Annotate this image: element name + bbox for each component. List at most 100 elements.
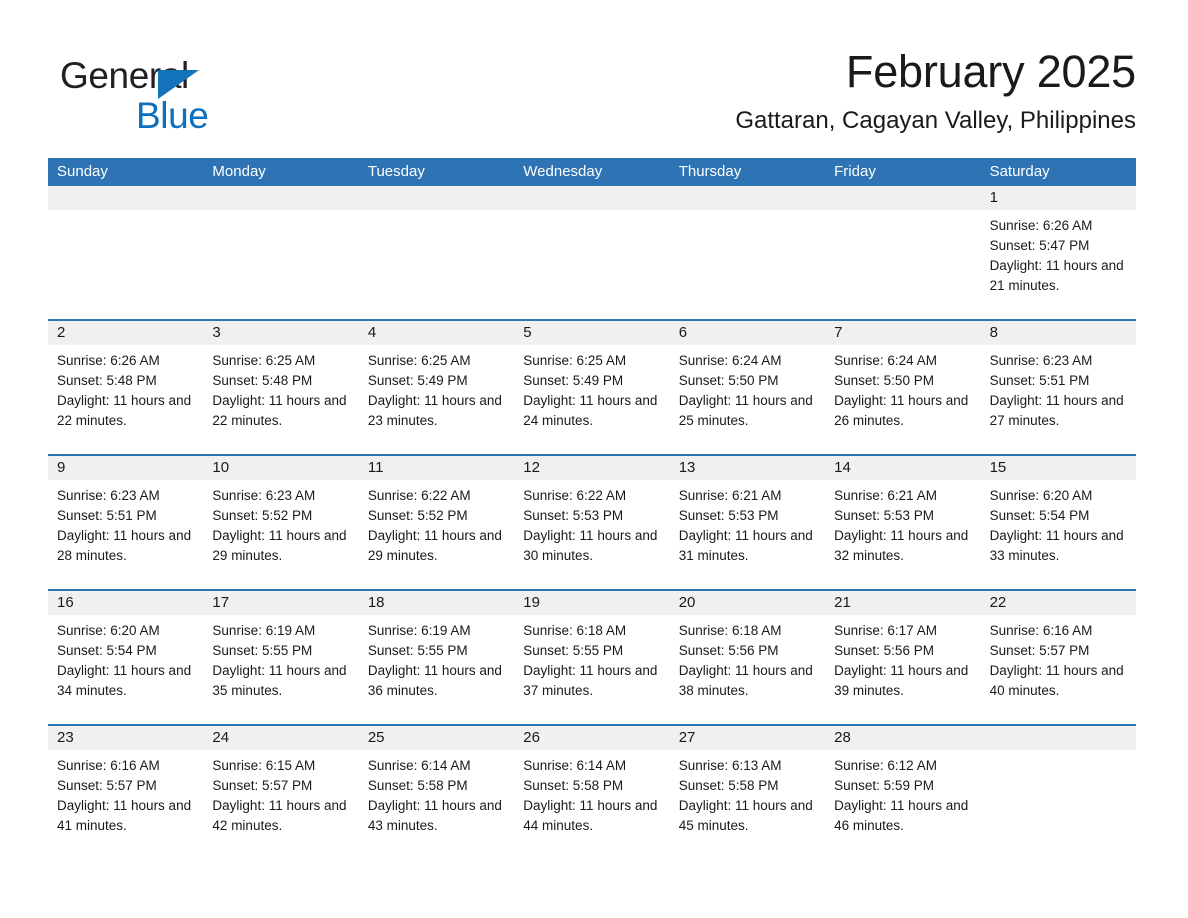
calendar-day-cell[interactable]: 27 Sunrise: 6:13 AM Sunset: 5:58 PM Dayligh… [669,726,826,859]
page-title: February 2025 [845,46,1136,97]
calendar-day-cell[interactable]: 24 Sunrise: 6:15 AM Sunset: 5:57 PM Dayligh… [203,726,359,859]
calendar-day-cell[interactable]: 23 Sunrise: 6:16 AM Sunset: 5:57 PM Dayligh… [48,726,204,859]
daylight-text: Daylight: 11 hours and 39 minutes. [834,663,969,698]
calendar-day-cell[interactable]: 14 Sunrise: 6:21 AM Sunset: 5:53 PM Dayligh… [825,456,981,589]
calendar-day-cell[interactable]: 6 Sunrise: 6:24 AM Sunset: 5:50 PM Daylight… [669,321,826,454]
day-number: 1 [980,186,1136,210]
calendar-day-cell[interactable]: 26 Sunrise: 6:14 AM Sunset: 5:58 PM Dayligh… [514,726,670,859]
calendar-day-cell[interactable]: 18 Sunrise: 6:19 AM Sunset: 5:55 PM Dayligh… [358,591,515,724]
calendar-day-cell[interactable]: 2 Sunrise: 6:26 AM Sunset: 5:48 PM Daylight… [48,321,204,454]
calendar-day-cell[interactable]: 25 Sunrise: 6:14 AM Sunset: 5:58 PM Dayligh… [358,726,515,859]
calendar-day-cell[interactable]: 15 Sunrise: 6:20 AM Sunset: 5:54 PM Dayligh… [980,456,1136,589]
sunrise-text: Sunrise: 6:16 AM [57,758,160,773]
calendar-day-cell-empty [825,186,981,319]
calendar-day-cell[interactable]: 19 Sunrise: 6:18 AM Sunset: 5:55 PM Dayligh… [514,591,670,724]
day-number: 16 [48,591,204,615]
day-number: 7 [825,321,981,345]
daylight-text: Daylight: 11 hours and 31 minutes. [678,528,813,563]
calendar-day-cell[interactable]: 20 Sunrise: 6:18 AM Sunset: 5:56 PM Dayligh… [669,591,826,724]
calendar-day-cell[interactable]: 22 Sunrise: 6:16 AM Sunset: 5:57 PM Dayligh… [980,591,1136,724]
day-details: Sunrise: 6:16 AM Sunset: 5:57 PM Daylight:… [981,615,1136,701]
weekday-header-thursday: Thursday [678,163,742,180]
calendar-day-cell[interactable]: 21 Sunrise: 6:17 AM Sunset: 5:56 PM Dayligh… [825,591,981,724]
calendar-day-cell[interactable]: 12 Sunrise: 6:22 AM Sunset: 5:53 PM Dayligh… [514,456,670,589]
sunrise-text: Sunrise: 6:26 AM [57,353,160,368]
day-details: Sunrise: 6:14 AM Sunset: 5:58 PM Daylight:… [359,750,514,836]
daylight-text: Daylight: 11 hours and 35 minutes. [212,663,347,698]
sunrise-text: Sunrise: 6:23 AM [212,488,316,503]
day-details: Sunrise: 6:16 AM Sunset: 5:57 PM Daylight:… [48,750,203,836]
daylight-text: Daylight: 11 hours and 22 minutes. [212,393,347,428]
calendar-week-row: 9 Sunrise: 6:23 AM Sunset: 5:51 PM Daylight… [48,454,1136,589]
sunrise-text: Sunrise: 6:24 AM [834,353,937,368]
sunrise-text: Sunrise: 6:22 AM [523,488,627,503]
day-number: 20 [669,591,826,615]
calendar-day-cell[interactable]: 3 Sunrise: 6:25 AM Sunset: 5:48 PM Daylight… [203,321,359,454]
sunset-text: Sunset: 5:53 PM [523,508,624,523]
day-number: 14 [825,456,981,480]
sunrise-text: Sunrise: 6:21 AM [834,488,937,503]
sunset-text: Sunset: 5:50 PM [834,373,934,388]
daylight-text: Daylight: 11 hours and 22 minutes. [57,393,192,428]
day-details: Sunrise: 6:21 AM Sunset: 5:53 PM Daylight:… [670,480,825,566]
daylight-text: Daylight: 11 hours and 25 minutes. [678,393,813,428]
sunset-text: Sunset: 5:59 PM [834,778,934,793]
daylight-text: Daylight: 11 hours and 34 minutes. [57,663,192,698]
weekday-header-sunday: Sunday [57,163,108,180]
sunrise-text: Sunrise: 6:26 AM [989,218,1093,233]
weekday-header-saturday: Saturday [989,163,1050,180]
daylight-text: Daylight: 11 hours and 21 minutes. [989,258,1124,293]
sunrise-text: Sunrise: 6:15 AM [212,758,316,773]
day-number: 17 [203,591,359,615]
day-details: Sunrise: 6:25 AM Sunset: 5:49 PM Daylight:… [514,345,669,431]
calendar-day-cell[interactable]: 11 Sunrise: 6:22 AM Sunset: 5:52 PM Dayligh… [358,456,515,589]
daylight-text: Daylight: 11 hours and 41 minutes. [57,798,192,833]
day-number: 18 [358,591,515,615]
sunrise-text: Sunrise: 6:18 AM [678,623,782,638]
day-details: Sunrise: 6:25 AM Sunset: 5:49 PM Daylight:… [359,345,514,431]
sunset-text: Sunset: 5:48 PM [212,373,313,388]
daylight-text: Daylight: 11 hours and 37 minutes. [523,663,658,698]
calendar-day-cell[interactable]: 16 Sunrise: 6:20 AM Sunset: 5:54 PM Dayligh… [48,591,204,724]
day-details: Sunrise: 6:17 AM Sunset: 5:56 PM Daylight:… [825,615,980,701]
calendar-day-cell[interactable]: 17 Sunrise: 6:19 AM Sunset: 5:55 PM Dayligh… [203,591,359,724]
sunrise-text: Sunrise: 6:25 AM [523,353,627,368]
day-number [358,186,515,210]
daylight-text: Daylight: 11 hours and 46 minutes. [834,798,969,833]
daylight-text: Daylight: 11 hours and 38 minutes. [678,663,813,698]
sunset-text: Sunset: 5:48 PM [57,373,157,388]
day-number: 8 [980,321,1136,345]
sunset-text: Sunset: 5:55 PM [523,643,624,658]
calendar-day-cell[interactable]: 10 Sunrise: 6:23 AM Sunset: 5:52 PM Dayligh… [203,456,359,589]
daylight-text: Daylight: 11 hours and 36 minutes. [367,663,502,698]
calendar-day-cell-empty [358,186,515,319]
calendar-day-cell[interactable]: 5 Sunrise: 6:25 AM Sunset: 5:49 PM Daylight… [514,321,670,454]
day-details: Sunrise: 6:19 AM Sunset: 5:55 PM Daylight:… [359,615,514,701]
calendar-day-cell[interactable]: 13 Sunrise: 6:21 AM Sunset: 5:53 PM Dayligh… [669,456,826,589]
day-details: Sunrise: 6:15 AM Sunset: 5:57 PM Daylight:… [203,750,358,836]
calendar-day-cell[interactable]: 7 Sunrise: 6:24 AM Sunset: 5:50 PM Daylight… [825,321,981,454]
calendar-day-cell[interactable]: 28 Sunrise: 6:12 AM Sunset: 5:59 PM Dayligh… [825,726,981,859]
day-details: Sunrise: 6:23 AM Sunset: 5:52 PM Daylight:… [203,480,358,566]
daylight-text: Daylight: 11 hours and 43 minutes. [367,798,502,833]
day-number: 12 [514,456,670,480]
calendar-day-cell[interactable]: 9 Sunrise: 6:23 AM Sunset: 5:51 PM Daylight… [48,456,204,589]
day-details: Sunrise: 6:24 AM Sunset: 5:50 PM Daylight:… [670,345,825,431]
sunset-text: Sunset: 5:57 PM [212,778,313,793]
calendar-day-cell[interactable]: 4 Sunrise: 6:25 AM Sunset: 5:49 PM Daylight… [358,321,515,454]
sunrise-text: Sunrise: 6:14 AM [367,758,471,773]
day-number: 6 [669,321,826,345]
sunrise-text: Sunrise: 6:20 AM [57,623,160,638]
sunrise-text: Sunrise: 6:25 AM [212,353,316,368]
daylight-text: Daylight: 11 hours and 29 minutes. [212,528,347,563]
day-details: Sunrise: 6:22 AM Sunset: 5:53 PM Daylight:… [514,480,669,566]
calendar-day-cell[interactable]: 1 Sunrise: 6:26 AM Sunset: 5:47 PM Daylight… [980,186,1136,319]
sunset-text: Sunset: 5:50 PM [678,373,779,388]
sunset-text: Sunset: 5:52 PM [212,508,313,523]
sunset-text: Sunset: 5:49 PM [523,373,624,388]
daylight-text: Daylight: 11 hours and 24 minutes. [523,393,658,428]
day-number: 22 [980,591,1136,615]
day-details: Sunrise: 6:18 AM Sunset: 5:55 PM Daylight:… [514,615,669,701]
day-number: 28 [825,726,981,750]
calendar-day-cell[interactable]: 8 Sunrise: 6:23 AM Sunset: 5:51 PM Daylight… [980,321,1136,454]
